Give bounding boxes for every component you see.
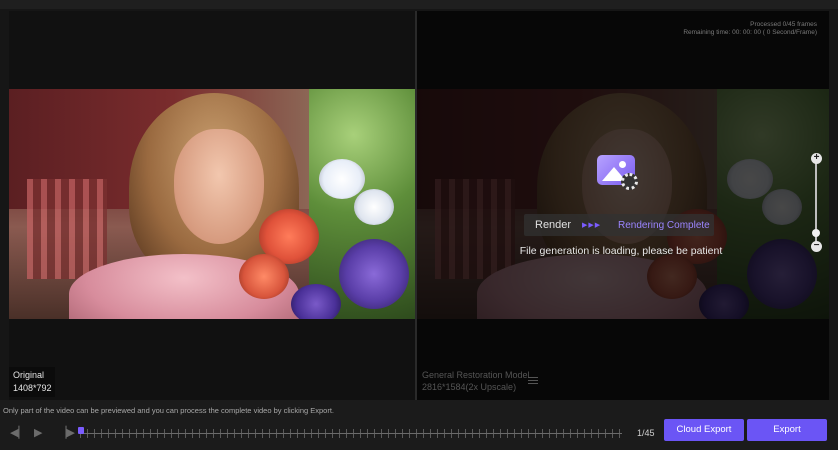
original-title: Original [13,370,45,380]
zoom-out-button[interactable]: − [811,241,822,252]
timeline-track[interactable] [80,433,622,434]
model-name: General Restoration Model [422,370,530,380]
processed-video-frame [417,89,829,319]
original-video-frame [9,89,415,319]
progress-info: Processed 0/45 frames Remaining time: 00… [683,21,817,37]
model-label: General Restoration Model 2816*1584(2x U… [422,369,530,393]
frame-counter: 1/45 [637,428,655,438]
top-bar [0,0,838,9]
original-resolution: 1408*792 [13,383,52,393]
model-settings-icon[interactable] [528,377,538,387]
preview-notice: Only part of the video can be previewed … [3,406,335,415]
previous-frame-icon[interactable]: ◀▏ [10,427,27,439]
original-label: Original 1408*792 [9,367,55,397]
model-resolution: 2816*1584(2x Upscale) [422,382,517,392]
remaining-time-text: Remaining time: 00: 00: 00 ( 0 Second/Fr… [683,29,817,36]
processed-frames-text: Processed 0/45 frames [750,21,817,28]
cloud-export-button[interactable]: Cloud Export [664,419,744,441]
next-frame-icon[interactable]: ▕▶ [58,427,75,439]
original-preview-pane [9,11,415,400]
zoom-slider-handle[interactable] [812,229,820,237]
timeline-playhead[interactable] [78,427,84,434]
export-button[interactable]: Export [747,419,827,441]
zoom-in-button[interactable]: + [811,153,822,164]
processed-preview-pane: Processed 0/45 frames Remaining time: 00… [417,11,829,400]
play-icon[interactable]: ▶ [34,427,46,439]
